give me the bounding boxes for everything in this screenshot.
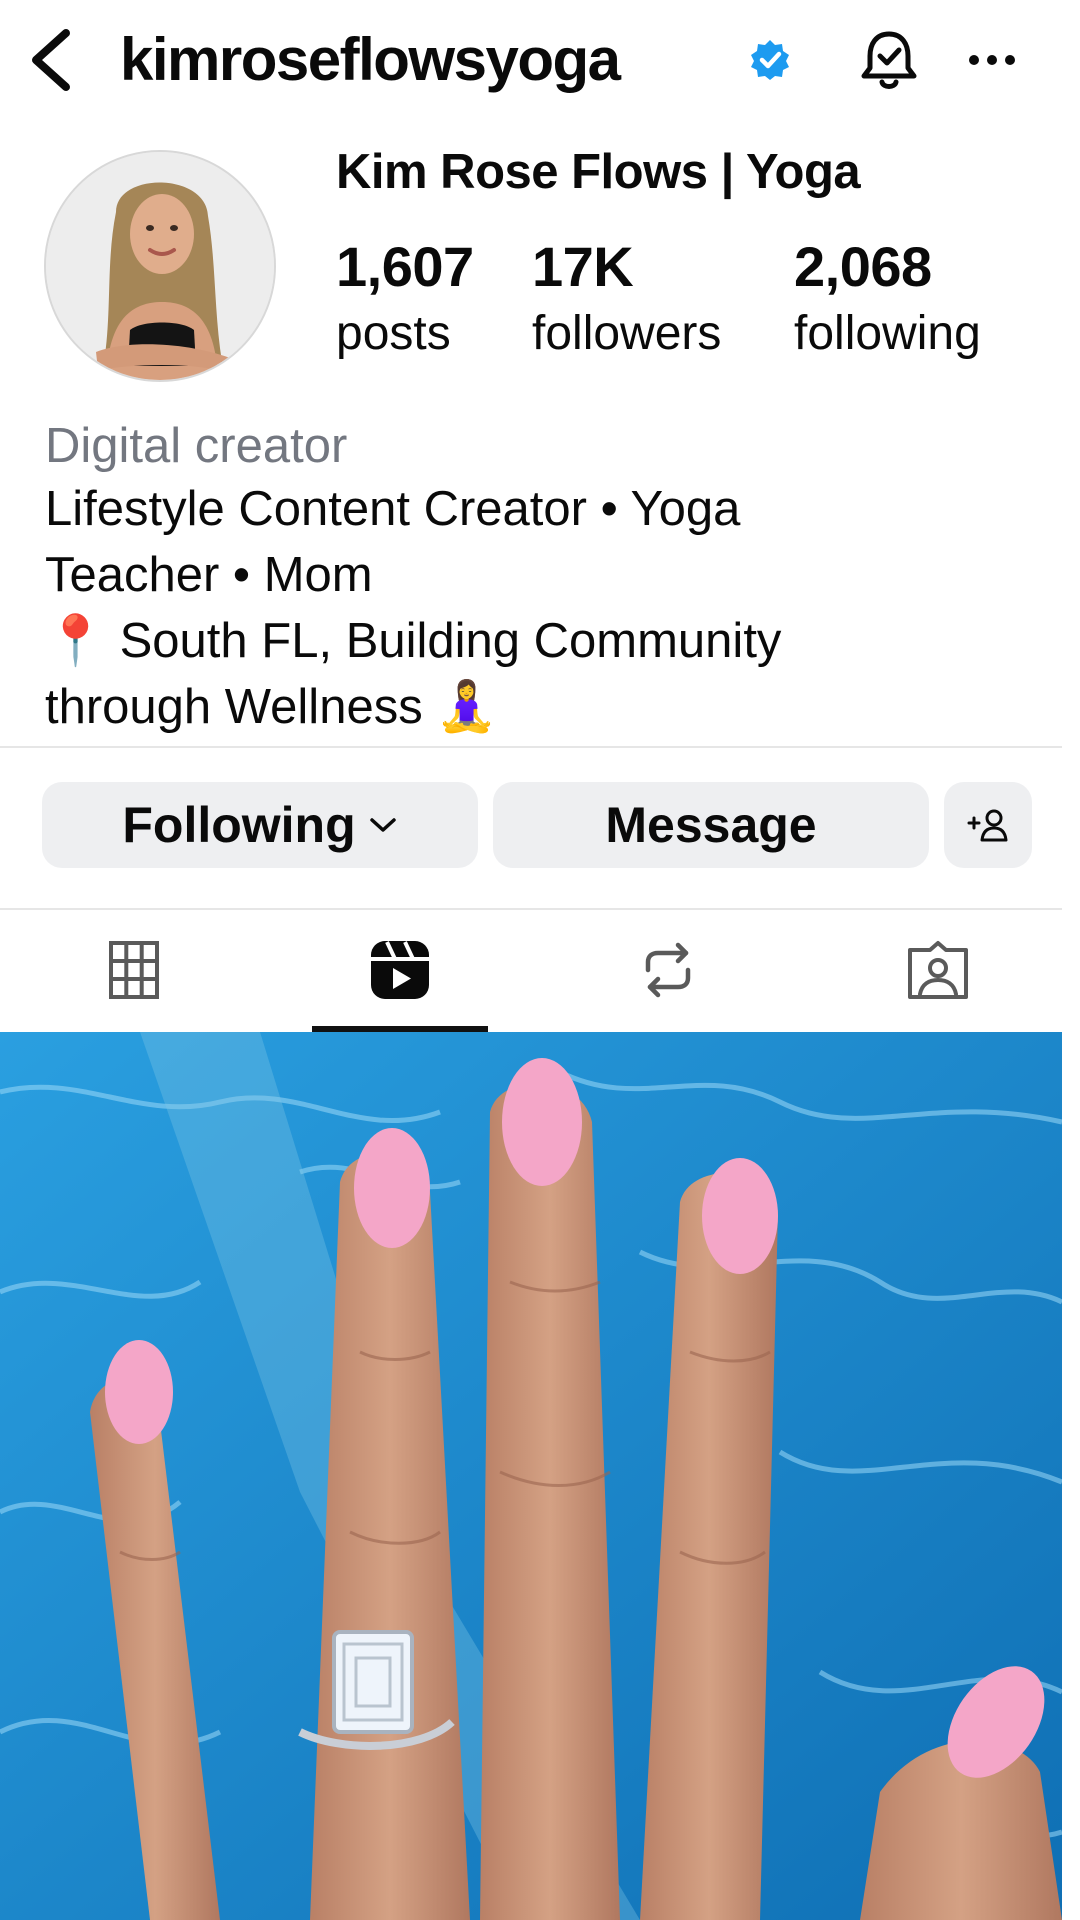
stat-value: 2,068 bbox=[794, 235, 932, 298]
following-button-label: Following bbox=[122, 797, 356, 853]
repost-icon bbox=[645, 942, 691, 998]
more-options-button[interactable] bbox=[962, 30, 1022, 90]
back-button[interactable] bbox=[22, 25, 78, 95]
divider bbox=[0, 746, 1062, 748]
reels-icon bbox=[371, 941, 429, 999]
bio-line: 📍 South FL, Building Community bbox=[45, 614, 782, 668]
stat-label: following bbox=[794, 307, 981, 360]
stat-following[interactable]: 2,068 following bbox=[794, 236, 981, 364]
tab-grid[interactable] bbox=[40, 910, 228, 1030]
tab-reposts[interactable] bbox=[580, 910, 756, 1030]
tab-tagged[interactable] bbox=[850, 910, 1026, 1030]
tagged-icon bbox=[908, 941, 968, 999]
message-button[interactable]: Message bbox=[493, 782, 929, 868]
stat-label: followers bbox=[532, 307, 722, 360]
profile-bio: Lifestyle Content Creator • Yoga Teacher… bbox=[45, 476, 1005, 740]
stat-posts[interactable]: 1,607 posts bbox=[336, 236, 474, 364]
profile-category: Digital creator bbox=[45, 419, 348, 473]
notifications-button[interactable] bbox=[858, 28, 920, 94]
verified-badge-icon bbox=[751, 40, 789, 80]
profile-photo bbox=[46, 152, 274, 380]
message-button-label: Message bbox=[605, 797, 817, 853]
stat-followers[interactable]: 17K followers bbox=[532, 236, 721, 364]
more-horizontal-icon bbox=[969, 55, 1015, 65]
profile-display-name: Kim Rose Flows | Yoga bbox=[336, 145, 861, 199]
grid-icon bbox=[109, 941, 159, 999]
add-person-icon bbox=[967, 809, 1008, 842]
chevron-down-icon bbox=[369, 818, 396, 832]
reel-thumbnail[interactable] bbox=[0, 1032, 1062, 1920]
following-button[interactable]: Following bbox=[42, 782, 478, 868]
chevron-left-icon bbox=[32, 29, 70, 91]
tab-reels[interactable] bbox=[312, 910, 488, 1030]
profile-username: kimroseflowsyoga bbox=[120, 26, 621, 93]
bio-line: through Wellness 🧘‍♀️ bbox=[45, 680, 498, 734]
reel-image bbox=[0, 1032, 1062, 1920]
suggested-people-button[interactable] bbox=[944, 782, 1032, 868]
stat-value: 1,607 bbox=[336, 235, 474, 298]
bell-check-icon bbox=[861, 31, 917, 89]
bio-line: Lifestyle Content Creator • Yoga bbox=[45, 482, 741, 536]
stat-label: posts bbox=[336, 307, 451, 360]
avatar[interactable] bbox=[44, 150, 276, 382]
stat-value: 17K bbox=[532, 235, 634, 298]
bio-line: Teacher • Mom bbox=[45, 548, 373, 602]
